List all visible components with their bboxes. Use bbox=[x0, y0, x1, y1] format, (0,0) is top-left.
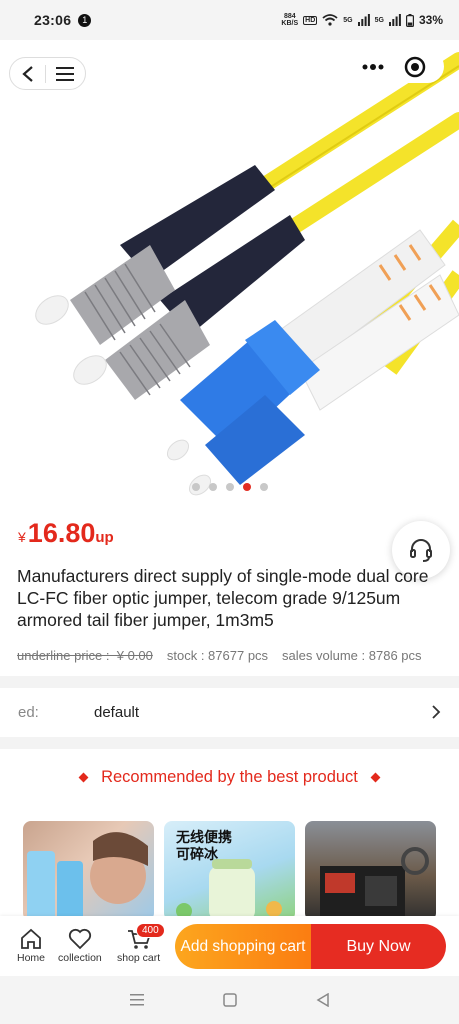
gallery-indicator bbox=[0, 483, 459, 491]
home-nav-icon[interactable] bbox=[222, 993, 237, 1007]
gallery-dot-active[interactable] bbox=[242, 483, 251, 491]
price-currency: ¥ bbox=[18, 529, 26, 545]
headset-icon bbox=[410, 539, 432, 562]
menu-icon[interactable] bbox=[56, 66, 74, 81]
tab-collection[interactable]: collection bbox=[58, 928, 102, 964]
recommend-header: Recommended by the best product bbox=[0, 768, 459, 787]
product-title: Manufacturers direct supply of single-mo… bbox=[17, 566, 429, 630]
spec-key: ed: bbox=[18, 703, 39, 721]
blender-image bbox=[176, 859, 282, 921]
stock: stock : 87677 pcs bbox=[166, 648, 269, 663]
tab-home[interactable]: Home bbox=[17, 928, 45, 964]
back-nav-icon[interactable] bbox=[316, 993, 330, 1007]
status-time: 23:06 bbox=[34, 12, 72, 28]
recommend-item-blender[interactable]: 无线便携 可碎冰 bbox=[164, 821, 295, 921]
price: ¥ 16.80 up bbox=[18, 518, 114, 549]
spec-value: default bbox=[94, 703, 140, 721]
tab-collection-label: collection bbox=[58, 952, 102, 964]
signal-icon bbox=[388, 14, 401, 26]
net-speed: 884 KB/S bbox=[281, 13, 298, 27]
gallery-dot[interactable] bbox=[259, 483, 268, 491]
nav-pill bbox=[9, 57, 86, 90]
price-suffix: up bbox=[95, 529, 114, 546]
heart-icon bbox=[68, 928, 91, 950]
section-divider bbox=[0, 737, 459, 749]
diamond-icon bbox=[370, 772, 381, 783]
sunscreen-image bbox=[27, 832, 148, 921]
net-speed-value: 884 bbox=[283, 13, 296, 20]
net-speed-unit: KB/S bbox=[281, 20, 299, 27]
add-to-cart-button[interactable]: Add shopping cart bbox=[175, 924, 311, 969]
gallery-dot[interactable] bbox=[208, 483, 217, 491]
recommend-item-generator[interactable] bbox=[305, 821, 436, 921]
gallery-dot[interactable] bbox=[225, 483, 234, 491]
status-bar: 23:06 1 884 KB/S HD 5G 5G 33% bbox=[0, 0, 459, 40]
recent-apps-icon[interactable] bbox=[129, 994, 144, 1006]
product-image bbox=[35, 52, 459, 496]
tab-shop-cart-label: shop cart bbox=[117, 952, 161, 964]
signal-icon bbox=[357, 14, 370, 26]
battery-icon bbox=[405, 13, 414, 27]
recommend-list: 无线便携 可碎冰 bbox=[23, 821, 436, 921]
recommend-item-sunscreen[interactable] bbox=[23, 821, 154, 921]
home-icon bbox=[21, 928, 41, 949]
sales-volume: sales volume : 8786 pcs bbox=[282, 648, 422, 663]
generator-image bbox=[320, 847, 429, 921]
tab-home-label: Home bbox=[17, 952, 46, 964]
gallery-dot[interactable] bbox=[191, 483, 200, 491]
battery-level: 33% bbox=[418, 13, 443, 27]
bottom-action-bar: Home collection shop cart 400 Add shoppi… bbox=[0, 916, 459, 976]
spec-selector[interactable]: ed: default bbox=[0, 688, 459, 736]
diamond-icon bbox=[78, 772, 89, 783]
hd-icon: HD bbox=[303, 15, 318, 25]
product-image-gallery[interactable] bbox=[0, 40, 459, 500]
section-divider bbox=[0, 676, 459, 688]
tab-shop-cart[interactable]: shop cart 400 bbox=[117, 923, 165, 964]
mini-program-capsule bbox=[344, 50, 444, 83]
product-meta: underline price : ¥ 0.00 stock : 87677 p… bbox=[17, 648, 447, 663]
back-icon[interactable] bbox=[21, 65, 35, 83]
signal-1-label: 5G bbox=[343, 16, 353, 24]
signal-2-label: 5G bbox=[374, 16, 384, 24]
close-program-icon[interactable] bbox=[404, 56, 426, 78]
wifi-icon bbox=[322, 14, 338, 26]
notification-badge: 1 bbox=[78, 13, 92, 27]
status-icons: 884 KB/S HD 5G 5G 33% bbox=[281, 13, 443, 27]
price-value: 16.80 bbox=[27, 518, 96, 548]
nav-divider bbox=[45, 64, 46, 83]
chevron-right-icon bbox=[432, 705, 441, 719]
cart-count-badge: 400 bbox=[136, 923, 165, 938]
system-nav-bar bbox=[0, 976, 459, 1024]
more-icon[interactable] bbox=[362, 63, 384, 70]
buy-now-button[interactable]: Buy Now bbox=[311, 924, 446, 969]
recommend-title: Recommended by the best product bbox=[101, 768, 358, 786]
underline-price: underline price : ¥ 0.00 bbox=[17, 648, 153, 663]
